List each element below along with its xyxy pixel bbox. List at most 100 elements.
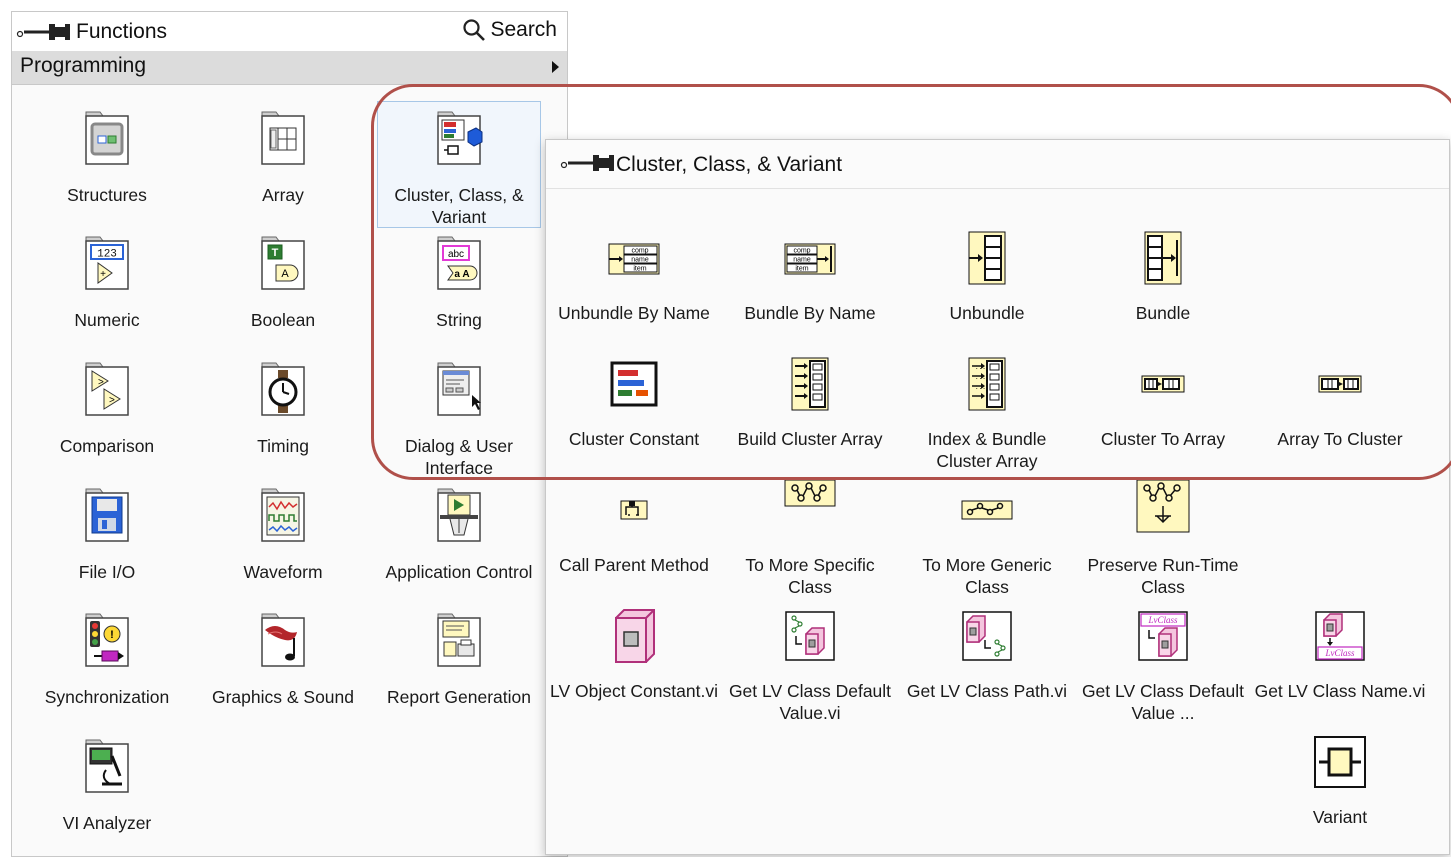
subpalette-item-lv-object-constant[interactable]: LV Object Constant.vi [546,604,722,724]
svg-text:LvClass: LvClass [1324,648,1355,658]
subpalette-item-cluster-to-array[interactable]: Cluster To Array [1075,352,1251,472]
subpalette-header: Cluster, Class, & Variant [546,140,1449,189]
synchronization-icon: ! [85,613,129,667]
subpalette-item-unbundle[interactable]: Unbundle [899,226,1075,346]
svg-text:comp: comp [793,248,810,255]
vi-analyzer-icon [85,739,129,793]
string-icon: abc a A [437,236,481,290]
subpalette-item-bundle[interactable]: Bundle [1075,226,1251,346]
svg-text::::: ::: [975,374,986,381]
palette-item-report-generation[interactable]: Report Generation [374,608,544,728]
get-lv-class-path-icon [962,611,1012,661]
variant-icon [1314,736,1366,788]
search-icon [463,19,486,41]
pin-icon[interactable] [16,23,72,41]
palette-item-label: Cluster, Class, & Variant [394,185,524,227]
subpalette-item-get-lv-class-default-value-by-name[interactable]: LvClass Get LV Class Default Value ... [1075,604,1251,724]
subpalette-item-get-lv-class-path[interactable]: Get LV Class Path.vi [899,604,1075,724]
svg-text:A: A [281,268,289,280]
subpalette-item-cluster-constant[interactable]: Cluster Constant [546,352,722,472]
expand-arrow-icon [552,61,559,73]
subpalette-item-variant[interactable]: Variant [1252,730,1428,850]
get-lv-class-name-icon: LvClass [1315,611,1365,661]
svg-text:>: > [109,395,115,406]
subpalette-item-array-to-cluster[interactable]: Array To Cluster [1252,352,1428,472]
bundle-icon [1144,231,1182,285]
waveform-icon [261,488,305,542]
palette-item-numeric[interactable]: 123 + Numeric [22,231,192,351]
subpalette-item-to-more-specific-class[interactable]: To More Specific Class [722,478,898,598]
palette-item-array[interactable]: Array [198,106,368,226]
palette-item-application-control[interactable]: Application Control [374,483,544,603]
timing-icon [261,362,305,416]
array-icon [261,111,305,165]
svg-text:item: item [795,266,808,273]
array-to-cluster-icon [1318,375,1362,393]
subpalette-item-call-parent-method[interactable]: Call Parent Method [546,478,722,598]
search-button[interactable]: Search [462,18,557,42]
subpalette-item-build-cluster-array[interactable]: Build Cluster Array [722,352,898,472]
palette-item-label: Numeric [74,310,140,330]
svg-text:abc: abc [448,249,464,260]
call-parent-method-icon [620,500,648,520]
subpalette-item-get-lv-class-default-value[interactable]: Get LV Class Default Value.vi [722,604,898,724]
subpalette-item-label: Get LV Class Path.vi [906,681,1068,701]
subpalette-item-label: Cluster To Array [1100,429,1226,449]
subpalette-item-index-bundle-cluster-array[interactable]: ::: ::: ::: Index & Bundle Cluster Array [899,352,1075,472]
palette-item-label: String [436,310,482,330]
palette-item-label: Comparison [59,436,155,456]
subpalette-item-get-lv-class-name[interactable]: LvClass Get LV Class Name.vi [1252,604,1428,724]
palette-item-vi-analyzer[interactable]: VI Analyzer [22,734,192,854]
palette-item-label: Waveform [243,562,323,582]
palette-item-comparison[interactable]: > > Comparison [22,357,192,477]
palette-item-timing[interactable]: Timing [198,357,368,477]
palette-item-graphics-sound[interactable]: Graphics & Sound [198,608,368,728]
dialog-ui-icon [437,362,481,416]
subpalette-item-label: Call Parent Method [559,555,709,575]
structures-icon [85,111,129,165]
subpalette-item-label: Bundle [1135,303,1191,323]
svg-text::::: ::: [975,364,986,371]
subpalette-item-label: Variant [1312,807,1368,827]
palette-item-label: Application Control [385,562,533,582]
pin-icon[interactable] [560,154,616,172]
graphics-sound-icon [261,613,305,667]
subpalette-item-unbundle-by-name[interactable]: comp name item Unbundle By Name [546,226,722,346]
subpalette-item-bundle-by-name[interactable]: comp name item Bundle By Name [722,226,898,346]
palette-title: Functions [76,20,168,43]
subpalette-item-to-more-generic-class[interactable]: To More Generic Class [899,478,1075,598]
cluster-to-array-icon [1141,375,1185,393]
cluster-class-variant-icon [437,111,483,165]
palette-item-synchronization[interactable]: ! Synchronization [22,608,192,728]
palette-item-structures[interactable]: Structures [22,106,192,226]
palette-item-label: File I/O [78,562,136,582]
subpalette-item-preserve-run-time-class[interactable]: Preserve Run-Time Class [1075,478,1251,598]
subpalette-item-label: Index & Bundle Cluster Array [927,429,1047,471]
palette-item-cluster-class-variant[interactable]: Cluster, Class, & Variant [377,101,541,228]
subpalette-item-label: Build Cluster Array [737,429,883,449]
palette-item-boolean[interactable]: T A Boolean [198,231,368,351]
subpalette-item-label: Get LV Class Name.vi [1254,681,1426,701]
cluster-constant-icon [610,361,658,407]
subpalette-title: Cluster, Class, & Variant [616,153,843,176]
palette-item-dialog-user-interface[interactable]: Dialog & User Interface [374,357,544,478]
palette-item-file-io[interactable]: File I/O [22,483,192,603]
category-programming[interactable]: Programming [12,51,567,85]
subpalette-item-label: Get LV Class Default Value ... [1081,681,1245,723]
lv-object-constant-icon [615,609,655,663]
palette-item-waveform[interactable]: Waveform [198,483,368,603]
numeric-icon: 123 + [85,236,129,290]
subpalette-item-label: To More Generic Class [922,555,1052,597]
svg-text:T: T [272,247,279,259]
subpalette-item-label: To More Specific Class [745,555,875,597]
palette-item-string[interactable]: abc a A String [374,231,544,351]
svg-text:name: name [793,257,811,264]
svg-text:comp: comp [631,248,648,255]
svg-text:>: > [98,377,104,388]
subpalette-item-label: Unbundle By Name [558,303,710,323]
palette-item-label: Structures [67,185,147,205]
unbundle-icon [968,231,1006,285]
palette-item-label: Graphics & Sound [211,687,355,707]
get-lv-class-default-value-by-name-icon: LvClass [1138,611,1188,661]
subpalette-item-label: Bundle By Name [744,303,876,323]
